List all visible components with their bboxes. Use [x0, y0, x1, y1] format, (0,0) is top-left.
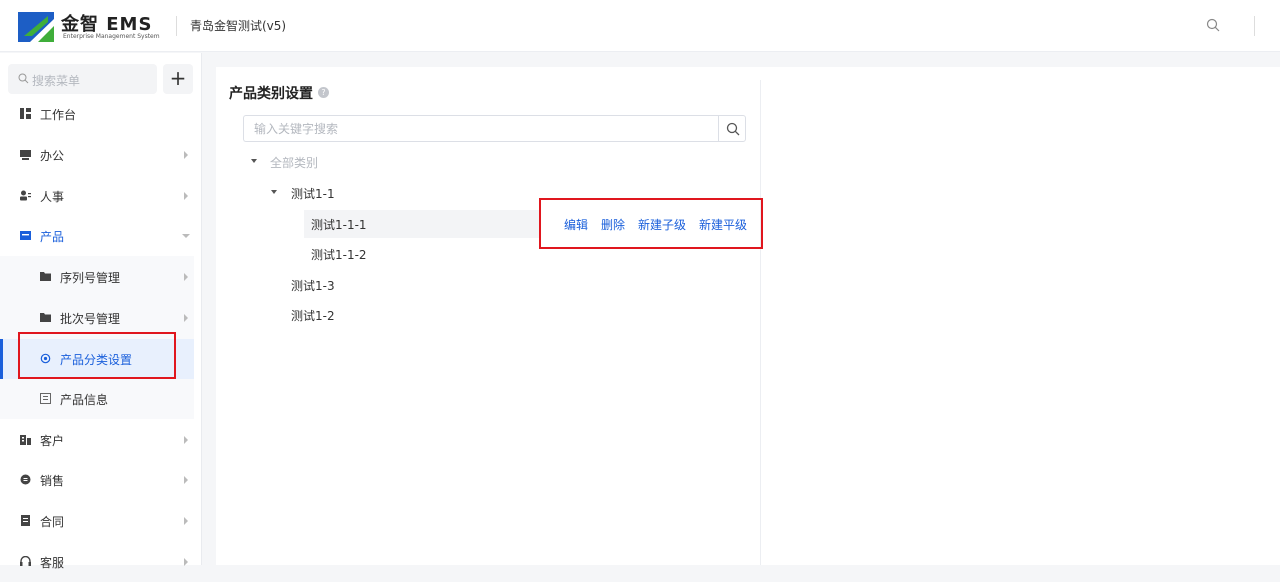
app-logo[interactable]: 金智 EMS Enterprise Management System: [18, 10, 160, 42]
tree-node-root[interactable]: 全部类别: [243, 148, 543, 176]
sidebar-item-label: 序列号管理: [60, 271, 121, 285]
tree-node-test1-3[interactable]: 测试1-3: [284, 271, 540, 299]
sidebar-item-serial-number[interactable]: 序列号管理: [0, 257, 194, 297]
office-icon: [20, 150, 31, 160]
tree-node-label: 测试1-2: [291, 309, 335, 323]
sidebar-item-service[interactable]: 客服: [0, 542, 194, 582]
chevron-right-icon: [184, 436, 188, 444]
search-icon: [18, 73, 29, 84]
tree-node-label: 全部类别: [270, 156, 319, 170]
category-search-input[interactable]: [243, 115, 719, 142]
header-divider-right: [1254, 16, 1255, 36]
headset-icon: [20, 556, 31, 566]
sidebar-item-customer[interactable]: 客户: [0, 420, 194, 460]
chevron-right-icon: [184, 314, 188, 322]
chevron-right-icon: [184, 273, 188, 281]
contract-icon: [21, 515, 30, 526]
menu-search-placeholder: 搜索菜单: [32, 74, 81, 88]
sidebar-item-product-info[interactable]: 产品信息: [0, 379, 194, 419]
tree-node-label: 测试1-1-1: [311, 218, 367, 232]
panel-divider: [760, 80, 761, 565]
sidebar-item-label: 销售: [40, 474, 65, 488]
company-name[interactable]: 青岛金智测试(v5): [190, 17, 286, 34]
sidebar-item-product[interactable]: 产品: [0, 216, 194, 256]
sidebar-item-label: 人事: [40, 190, 65, 204]
header-divider: [176, 16, 177, 36]
building-icon: [20, 435, 31, 445]
search-icon: [726, 122, 740, 136]
tree-node-label: 测试1-3: [291, 279, 335, 293]
sidebar-item-label: 批次号管理: [60, 312, 121, 326]
sidebar-item-label: 合同: [40, 515, 65, 529]
chevron-right-icon: [184, 151, 188, 159]
menu-search-box[interactable]: 搜索菜单: [8, 64, 157, 94]
people-icon: [20, 190, 31, 201]
category-search-button[interactable]: [718, 115, 746, 142]
caret-down-icon[interactable]: [271, 190, 277, 194]
add-menu-button[interactable]: +: [163, 64, 193, 94]
tree-node-test1-2[interactable]: 测试1-2: [284, 301, 540, 329]
chevron-right-icon: [184, 517, 188, 525]
highlight-box-sidebar: [18, 332, 176, 379]
product-icon: [20, 231, 31, 240]
sidebar-item-office[interactable]: 办公: [0, 135, 194, 175]
logo-subtitle: Enterprise Management System: [63, 33, 160, 40]
sidebar-item-contract[interactable]: 合同: [0, 501, 194, 541]
sidebar-item-label: 工作台: [40, 108, 77, 122]
sidebar-item-sales[interactable]: 销售: [0, 460, 194, 500]
highlight-box-actions: [539, 198, 763, 249]
sidebar-item-label: 产品信息: [60, 393, 109, 407]
chevron-down-icon: [182, 234, 190, 238]
header-search-icon[interactable]: [1206, 18, 1220, 32]
folder-icon: [40, 272, 51, 281]
dashboard-icon: [20, 108, 31, 119]
sidebar-item-workbench[interactable]: 工作台: [0, 94, 194, 134]
page-title: 产品类别设置: [229, 86, 313, 102]
caret-down-icon[interactable]: [251, 159, 257, 163]
tree-node-test1-1-2[interactable]: 测试1-1-2: [304, 240, 540, 268]
sidebar-item-hr[interactable]: 人事: [0, 176, 194, 216]
folder-icon: [40, 313, 51, 322]
sidebar-item-label: 客户: [40, 434, 65, 448]
top-header: 金智 EMS Enterprise Management System 青岛金智…: [0, 0, 1280, 52]
tree-node-label: 测试1-1: [291, 187, 335, 201]
tree-node-test1-1[interactable]: 测试1-1: [243, 179, 543, 207]
sales-icon: [20, 474, 31, 485]
sidebar-item-label: 产品: [40, 230, 65, 244]
info-doc-icon: [40, 393, 51, 404]
logo-mark-icon: [18, 12, 54, 42]
tree-node-label: 测试1-1-2: [311, 248, 367, 262]
sidebar: 搜索菜单 + 工作台 办公 人事 产品 序列号管理 批次号管理 产品分类设置 产…: [0, 53, 202, 570]
tree-node-test1-1-1[interactable]: 测试1-1-1: [304, 210, 540, 238]
sidebar-item-label: 客服: [40, 556, 65, 570]
sidebar-item-label: 办公: [40, 149, 65, 163]
chevron-right-icon: [184, 476, 188, 484]
chevron-right-icon: [184, 192, 188, 200]
help-icon[interactable]: ?: [318, 87, 329, 98]
